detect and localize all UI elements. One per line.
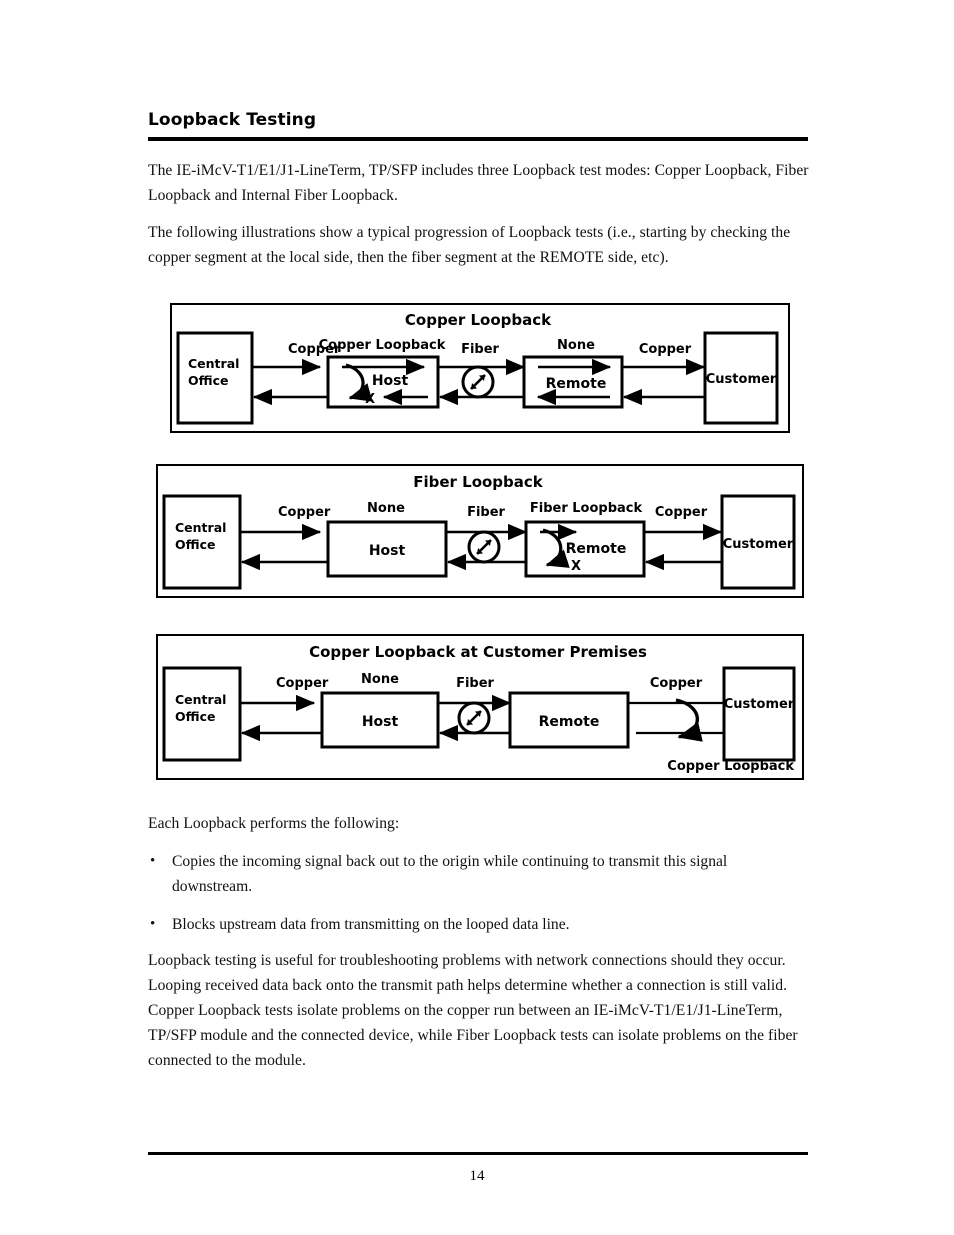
node-remote-label: Remote: [566, 541, 627, 557]
footer-divider: [148, 1152, 808, 1155]
node-customer: [722, 666, 796, 762]
mode-label-host: Copper Loopback: [319, 338, 446, 353]
document-page: Loopback Testing The IE-iMcV-T1/E1/J1-Li…: [0, 0, 954, 1235]
diagram-copper-loopback-customer-premises: Copper Loopback at Customer Premises Cen…: [156, 634, 804, 780]
diagram-copper-loopback-customer-premises-canvas: Copper Loopback at Customer Premises Cen…: [162, 643, 796, 774]
mode-label-remote: Fiber Loopback: [530, 501, 643, 516]
node-host-label: Host: [362, 714, 399, 730]
link-label-right-copper: Copper: [639, 342, 692, 357]
link-label-fiber: Fiber: [467, 505, 505, 520]
diagram-title: Copper Loopback at Customer Premises: [309, 643, 647, 661]
loopback-arc-host: [345, 363, 373, 402]
link-label-right-copper: Copper: [650, 676, 703, 691]
loopback-arc-remote: [542, 528, 570, 568]
node-central-office-label-line2: Office: [175, 537, 215, 552]
node-customer-label: Customer: [724, 697, 795, 712]
block-marker-host: X: [365, 392, 375, 407]
mode-label-remote: None: [557, 338, 595, 353]
paragraph-illustrations: The following illustrations show a typic…: [148, 224, 791, 266]
page-title: Loopback Testing: [148, 110, 317, 130]
bullet-text: Copies the incoming signal back out to t…: [172, 853, 728, 895]
node-central-office-label-line1: Central: [188, 356, 239, 371]
page-number: 14: [469, 1168, 485, 1184]
link-label-right-copper: Copper: [655, 505, 708, 520]
link-label-fiber: Fiber: [456, 676, 494, 691]
fiber-transceiver-icon: [457, 701, 491, 735]
paragraph-each-loopback: Each Loopback performs the following:: [148, 815, 400, 832]
mode-label-host: None: [361, 672, 399, 687]
link-label-left-copper: Copper: [276, 676, 329, 691]
diagram-title: Fiber Loopback: [413, 473, 544, 491]
node-remote-label: Remote: [546, 376, 607, 392]
node-remote-label: Remote: [539, 714, 600, 730]
fiber-transceiver-icon: [461, 365, 495, 399]
diagram-copper-loopback-canvas: Copper Loopback Central Office Copper Co…: [176, 311, 779, 425]
node-customer-label: Customer: [706, 372, 777, 387]
node-central-office-label-line1: Central: [175, 520, 226, 535]
link-label-left-copper: Copper: [278, 505, 331, 520]
link-label-fiber: Fiber: [461, 342, 499, 357]
diagram-fiber-loopback-canvas: Fiber Loopback Central Office Copper Non…: [162, 473, 796, 590]
list-item: • Blocks upstream data from transmitting…: [150, 912, 810, 937]
diagram-title: Copper Loopback: [405, 311, 552, 329]
paragraph-closing: Loopback testing is useful for troublesh…: [148, 952, 798, 1069]
paragraph-intro: The IE-iMcV-T1/E1/J1-LineTerm, TP/SFP in…: [148, 162, 809, 204]
loopback-arc-customer-premises: [675, 698, 703, 742]
bullet-marker: •: [150, 916, 156, 932]
mode-label-host: None: [367, 501, 405, 516]
fiber-transceiver-icon: [467, 530, 501, 564]
node-central-office-label-line2: Office: [188, 373, 228, 388]
node-central-office-label-line1: Central: [175, 692, 226, 707]
block-marker-remote: X: [571, 559, 581, 574]
node-host-label: Host: [372, 373, 409, 389]
node-host-label: Host: [369, 543, 406, 559]
bullet-marker: •: [150, 853, 156, 869]
diagram-fiber-loopback: Fiber Loopback Central Office Copper Non…: [156, 464, 804, 598]
diagram-copper-loopback: Copper Loopback Central Office Copper Co…: [170, 303, 790, 433]
node-central-office-label-line2: Office: [175, 709, 215, 724]
node-customer-label: Customer: [723, 537, 794, 552]
bullet-text: Blocks upstream data from transmitting o…: [172, 916, 570, 933]
corner-label-copper-loopback: Copper Loopback: [667, 759, 794, 774]
list-item: • Copies the incoming signal back out to…: [150, 849, 810, 899]
heading-divider: [148, 137, 808, 141]
